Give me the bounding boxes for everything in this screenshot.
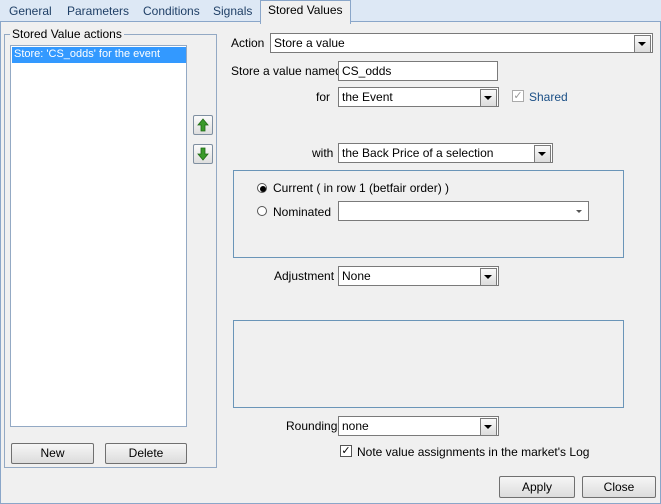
move-down-button[interactable] <box>193 144 213 164</box>
current-label: Current ( in row 1 (betfair order) ) <box>273 181 450 195</box>
apply-button[interactable]: Apply <box>499 476 575 498</box>
with-label: with <box>312 146 334 160</box>
for-value: the Event <box>342 90 393 104</box>
nominated-radio[interactable] <box>257 206 267 216</box>
adjustment-label: Adjustment <box>274 269 335 283</box>
delete-button[interactable]: Delete <box>105 443 187 464</box>
action-select[interactable]: Store a value <box>270 33 653 53</box>
shared-checkbox[interactable]: ✓ <box>512 90 524 102</box>
stored-value-actions-legend: Stored Value actions <box>10 27 124 41</box>
chevron-down-icon[interactable] <box>480 418 497 435</box>
note-log-checkbox[interactable]: ✓ <box>340 445 352 457</box>
adjustment-panel <box>233 320 624 408</box>
arrow-up-icon <box>197 118 209 132</box>
tab-stored-values[interactable]: Stored Values <box>260 0 351 24</box>
chevron-down-icon[interactable] <box>634 35 651 52</box>
shared-label: Shared <box>529 90 568 104</box>
close-button[interactable]: Close <box>582 476 656 498</box>
store-named-label: Store a value named <box>231 64 342 78</box>
current-radio[interactable] <box>257 183 267 193</box>
action-label: Action <box>231 36 265 50</box>
store-name-input[interactable]: CS_odds <box>338 61 498 81</box>
nominated-label: Nominated <box>273 205 332 219</box>
chevron-down-icon[interactable] <box>534 145 551 162</box>
move-up-button[interactable] <box>193 115 213 135</box>
chevron-down-icon[interactable] <box>572 203 587 219</box>
arrow-down-icon <box>197 147 209 161</box>
with-value: the Back Price of a selection <box>342 146 494 160</box>
list-item[interactable]: Store: 'CS_odds' for the event <box>12 47 186 63</box>
note-log-label: Note value assignments in the market's L… <box>357 445 590 459</box>
with-select[interactable]: the Back Price of a selection <box>338 143 553 163</box>
nominated-select[interactable] <box>338 201 589 221</box>
for-select[interactable]: the Event <box>338 87 499 107</box>
action-value: Store a value <box>274 36 345 50</box>
adjustment-value: None <box>342 269 371 283</box>
rounding-select[interactable]: none <box>338 416 499 436</box>
tab-bar: General Parameters Conditions Signals St… <box>0 0 661 24</box>
tab-conditions[interactable]: Conditions <box>136 2 207 22</box>
chevron-down-icon[interactable] <box>480 89 497 106</box>
new-button[interactable]: New <box>11 443 94 464</box>
tab-general[interactable]: General <box>2 2 59 22</box>
stored-value-actions-list[interactable]: Store: 'CS_odds' for the event <box>10 45 187 427</box>
rounding-label: Rounding <box>286 419 338 433</box>
tab-parameters[interactable]: Parameters <box>60 2 136 22</box>
adjustment-select[interactable]: None <box>338 266 499 286</box>
chevron-down-icon[interactable] <box>480 268 497 285</box>
for-label: for <box>316 90 331 104</box>
tab-signals[interactable]: Signals <box>206 2 259 22</box>
rounding-value: none <box>342 419 369 433</box>
